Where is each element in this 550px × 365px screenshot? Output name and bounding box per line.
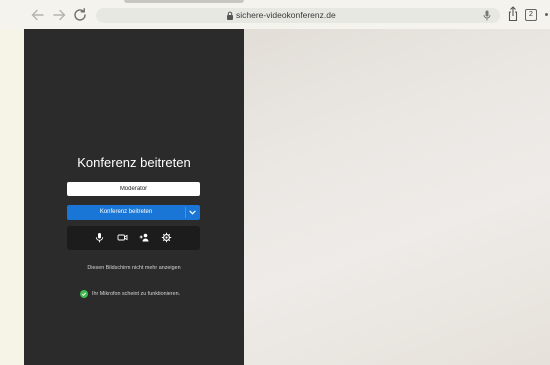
reload-button[interactable] <box>72 7 88 23</box>
check-circle-icon <box>80 290 88 298</box>
join-conference-button[interactable]: Konferenz beitreten <box>67 205 200 220</box>
tab-indicator <box>124 0 244 3</box>
browser-toolbar: sichere-videokonferenz.de 2 <box>0 0 550 29</box>
share-icon[interactable] <box>507 6 519 22</box>
forward-button[interactable] <box>51 7 67 23</box>
join-panel: Konferenz beitreten Konferenz beitreten … <box>24 29 244 365</box>
join-button-label: Konferenz beitreten <box>99 209 153 215</box>
reload-icon <box>74 8 86 21</box>
arrow-right-icon <box>53 9 66 21</box>
more-icon[interactable] <box>545 13 548 16</box>
microphone-icon[interactable] <box>94 232 105 243</box>
hide-screen-link[interactable]: Diesen Bildschirm nicht mehr anzeigen <box>24 265 244 271</box>
chevron-down-icon[interactable] <box>188 208 197 217</box>
camera-icon[interactable] <box>117 232 128 243</box>
back-button[interactable] <box>30 7 46 23</box>
microphone-status-text: Ihr Mikrofon scheint zu funktionieren. <box>92 291 181 297</box>
gear-icon[interactable] <box>161 232 172 243</box>
tabs-button[interactable]: 2 <box>525 9 537 21</box>
media-toolbar <box>67 226 200 250</box>
url-text: sichere-videokonferenz.de <box>236 10 336 20</box>
display-name-input[interactable] <box>67 182 200 196</box>
invite-people-icon[interactable] <box>139 232 150 243</box>
address-bar[interactable]: sichere-videokonferenz.de <box>96 8 500 23</box>
camera-preview <box>244 29 550 365</box>
lock-icon <box>227 11 233 20</box>
microphone-icon[interactable] <box>482 10 492 21</box>
page-title: Konferenz beitreten <box>77 155 191 170</box>
button-divider <box>185 207 186 218</box>
arrow-left-icon <box>31 9 44 21</box>
